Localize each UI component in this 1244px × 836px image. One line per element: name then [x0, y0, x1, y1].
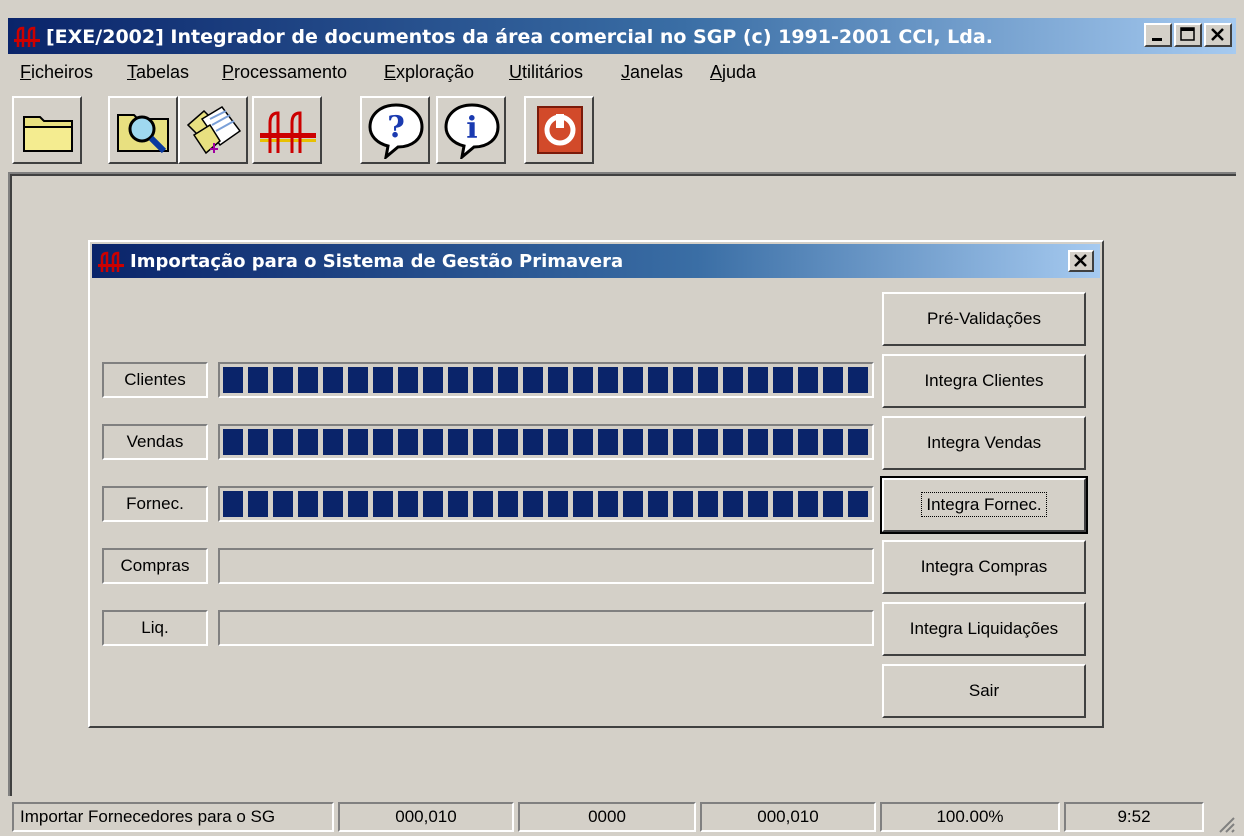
status-field-1: 000,010 — [338, 802, 514, 832]
dialog-logo-icon — [98, 251, 124, 272]
progress-fill-vendas — [223, 429, 869, 455]
menu-exploracao[interactable]: Exploração — [384, 62, 474, 83]
help-icon: ? — [368, 103, 424, 159]
progress-vendas — [218, 424, 874, 460]
status-field-4: 100.00% — [880, 802, 1060, 832]
progress-compras — [218, 548, 874, 584]
close-icon — [1074, 254, 1087, 267]
svg-text:i: i — [466, 111, 477, 146]
integra-clientes-button[interactable]: Integra Clientes — [882, 354, 1086, 408]
progress-fill-fornec — [223, 491, 869, 517]
label-compras: Compras — [102, 548, 208, 584]
sair-label: Sair — [968, 681, 1000, 700]
search-icon — [117, 114, 169, 154]
integra-compras-label: Integra Compras — [920, 557, 1048, 576]
resize-grip-icon[interactable] — [1216, 814, 1236, 834]
exit-button[interactable] — [524, 96, 594, 164]
minimize-icon — [1152, 38, 1162, 41]
close-icon — [1211, 28, 1224, 41]
progress-fill-clientes — [223, 367, 869, 393]
documents-icon — [186, 106, 242, 155]
menu-ficheiros[interactable]: Ficheiros — [20, 62, 93, 83]
progress-clientes — [218, 362, 874, 398]
integra-clientes-label: Integra Clientes — [924, 371, 1044, 390]
title-bar[interactable]: [EXE/2002] Integrador de documentos da á… — [8, 18, 1236, 54]
maximize-button[interactable] — [1174, 23, 1202, 47]
status-bar: Importar Fornecedores para o SG 000,010 … — [8, 800, 1236, 834]
open-folder-button[interactable] — [12, 96, 82, 164]
integra-fornec-label: Integra Fornec. — [921, 492, 1047, 517]
progress-liq — [218, 610, 874, 646]
integra-liquidacoes-button[interactable]: Integra Liquidações — [882, 602, 1086, 656]
status-field-3: 000,010 — [700, 802, 876, 832]
info-button[interactable]: i — [436, 96, 506, 164]
window-title: [EXE/2002] Integrador de documentos da á… — [46, 26, 993, 48]
progress-fornec — [218, 486, 874, 522]
bridge-button[interactable] — [252, 96, 322, 164]
label-fornec: Fornec. — [102, 486, 208, 522]
app-logo-icon — [14, 26, 40, 47]
integra-vendas-label: Integra Vendas — [926, 433, 1042, 452]
status-message: Importar Fornecedores para o SG — [12, 802, 334, 832]
pre-validacoes-label: Pré-Validações — [926, 309, 1042, 328]
menu-utilitarios[interactable]: Utilitários — [509, 62, 583, 83]
menu-bar: Ficheiros Tabelas Processamento Exploraç… — [8, 58, 1236, 88]
pre-validacoes-button[interactable]: Pré-Validações — [882, 292, 1086, 346]
help-button[interactable]: ? — [360, 96, 430, 164]
dialog-title-bar[interactable]: Importação para o Sistema de Gestão Prim… — [92, 244, 1100, 278]
close-button[interactable] — [1204, 23, 1232, 47]
menu-processamento[interactable]: Processamento — [222, 62, 347, 83]
maximize-icon — [1180, 27, 1195, 41]
import-dialog: Importação para o Sistema de Gestão Prim… — [88, 240, 1104, 728]
bridge-icon — [260, 111, 316, 153]
toolbar: ? i — [8, 92, 1236, 170]
menu-tabelas[interactable]: Tabelas — [127, 62, 189, 83]
menu-ajuda[interactable]: Ajuda — [710, 62, 756, 83]
label-liq: Liq. — [102, 610, 208, 646]
application-window: [EXE/2002] Integrador de documentos da á… — [0, 0, 1244, 836]
integra-compras-button[interactable]: Integra Compras — [882, 540, 1086, 594]
status-field-2: 0000 — [518, 802, 696, 832]
info-icon: i — [444, 103, 500, 159]
label-clientes: Clientes — [102, 362, 208, 398]
integra-liquidacoes-label: Integra Liquidações — [909, 619, 1059, 638]
dialog-title: Importação para o Sistema de Gestão Prim… — [130, 251, 624, 272]
power-icon — [537, 106, 583, 154]
status-time: 9:52 — [1064, 802, 1204, 832]
sair-button[interactable]: Sair — [882, 664, 1086, 718]
integra-vendas-button[interactable]: Integra Vendas — [882, 416, 1086, 470]
folder-icon — [23, 116, 73, 152]
dialog-close-button[interactable] — [1068, 250, 1094, 272]
integra-fornec-button[interactable]: Integra Fornec. — [880, 476, 1088, 534]
search-button[interactable] — [108, 96, 178, 164]
svg-text:?: ? — [387, 110, 405, 145]
minimize-button[interactable] — [1144, 23, 1172, 47]
label-vendas: Vendas — [102, 424, 208, 460]
documents-button[interactable] — [178, 96, 248, 164]
menu-janelas[interactable]: Janelas — [621, 62, 683, 83]
